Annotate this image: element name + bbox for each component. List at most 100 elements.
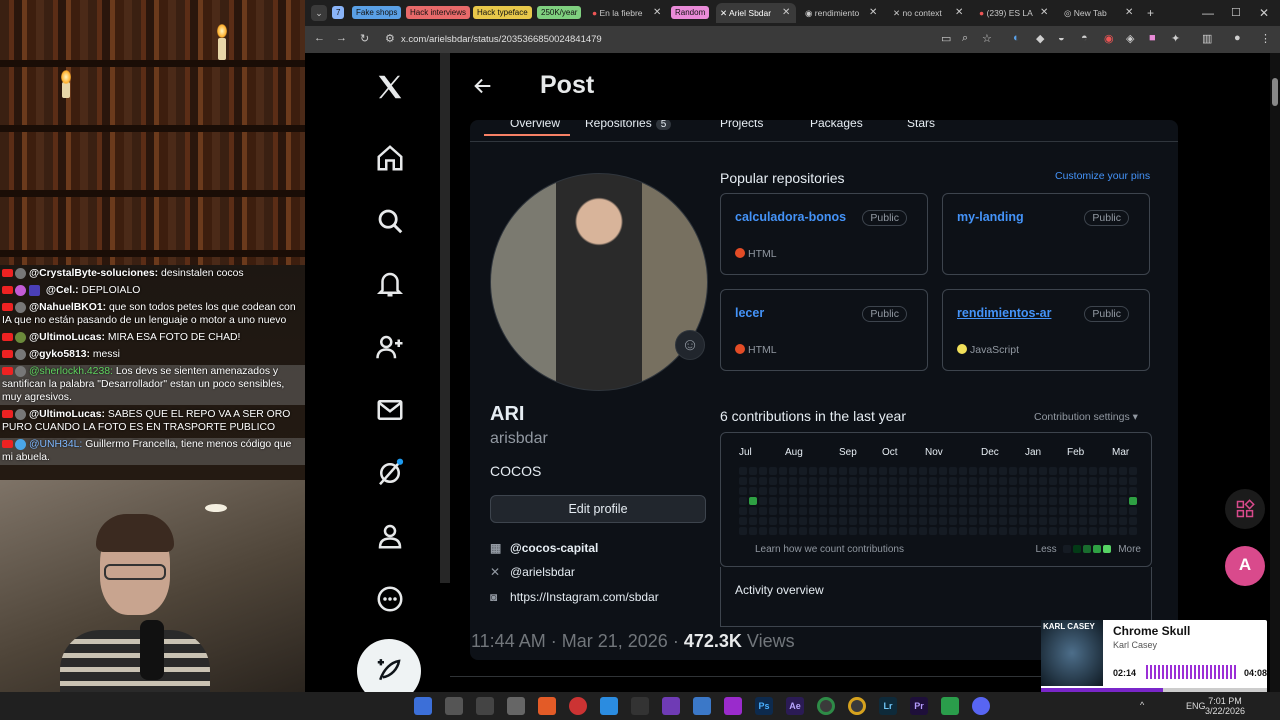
close-tab-icon[interactable]: ✕ <box>782 5 790 21</box>
app-icon[interactable] <box>941 697 959 715</box>
tab-group-250k[interactable]: 250K/year <box>537 6 582 19</box>
app-icon[interactable] <box>507 697 525 715</box>
translate-button[interactable]: A <box>1225 546 1265 586</box>
terminal-icon[interactable] <box>476 697 494 715</box>
search-icon[interactable] <box>373 204 407 238</box>
reload-icon[interactable]: ↻ <box>360 32 369 45</box>
site-info-icon[interactable]: ⚙ <box>385 32 395 45</box>
app-icon[interactable] <box>724 697 742 715</box>
visibility-badge: Public <box>862 210 907 226</box>
minimize-icon[interactable]: — <box>1202 5 1214 21</box>
contribution-cell <box>1079 487 1087 495</box>
close-tab-icon[interactable]: ✕ <box>955 5 963 21</box>
close-tab-icon[interactable]: ✕ <box>653 5 661 21</box>
visual-studio-icon[interactable] <box>662 697 680 715</box>
contribution-cell <box>849 487 857 495</box>
extension-icon[interactable]: ◈ <box>1126 32 1134 45</box>
after-effects-icon[interactable]: Ae <box>786 697 804 715</box>
extension-icon[interactable]: ◓ <box>1081 32 1088 44</box>
menu-dots-icon[interactable]: ⋮ <box>1260 32 1271 45</box>
extension-icon[interactable]: ◆ <box>1036 32 1044 45</box>
contribution-cell <box>879 477 887 485</box>
extension-icon[interactable]: ◐ <box>1013 32 1020 44</box>
maximize-icon[interactable]: ☐ <box>1231 5 1241 21</box>
extensions-puzzle-icon[interactable]: ✦ <box>1171 32 1180 45</box>
close-tab-icon[interactable]: ✕ <box>869 5 877 21</box>
tab-search-chevron-icon[interactable]: ⌄ <box>311 5 327 21</box>
tab-group-hack-typeface[interactable]: Hack typeface <box>473 6 532 19</box>
contribution-cell <box>899 467 907 475</box>
back-arrow-icon[interactable] <box>472 75 494 97</box>
extension-icon[interactable]: ◉ <box>1104 32 1114 45</box>
tab-group-badge[interactable]: 7 <box>332 6 345 19</box>
nav-scrollbar[interactable] <box>440 53 450 583</box>
photoshop-icon[interactable]: Ps <box>755 697 773 715</box>
brave-icon[interactable] <box>538 697 556 715</box>
follow-add-user-icon[interactable] <box>373 330 407 364</box>
shirt <box>60 630 210 692</box>
notifications-bell-icon[interactable] <box>373 267 407 301</box>
clock[interactable]: 7:01 PM 3/22/2026 <box>1205 696 1245 716</box>
profile-avatar-icon[interactable]: ● <box>1234 32 1241 44</box>
close-window-icon[interactable]: ✕ <box>1259 5 1269 21</box>
tab-group-hack-interviews[interactable]: Hack interviews <box>406 6 471 19</box>
contribution-cell <box>969 487 977 495</box>
tab-new-tab[interactable]: ◎ New Tab <box>1060 3 1124 23</box>
extension-icon[interactable]: ◒ <box>1058 32 1065 44</box>
tab-group-fake-shops[interactable]: Fake shops <box>352 6 402 19</box>
vscode-icon[interactable] <box>600 697 618 715</box>
language-dot <box>957 344 967 354</box>
tab-no-context[interactable]: ✕ no context <box>889 3 953 23</box>
messages-envelope-icon[interactable] <box>373 393 407 427</box>
app-icon[interactable] <box>414 697 432 715</box>
screen: { "browser": { "tabs": [ {"label": "Fake… <box>0 0 1280 720</box>
back-arrow-icon[interactable]: ← <box>314 32 325 44</box>
app-icon[interactable] <box>693 697 711 715</box>
extension-icon[interactable]: ■ <box>1149 32 1156 44</box>
contribution-cell <box>939 527 947 535</box>
contribution-cell <box>1009 507 1017 515</box>
close-tab-icon[interactable]: ✕ <box>1125 5 1133 21</box>
app-icon[interactable] <box>569 697 587 715</box>
x-logo-icon[interactable] <box>373 70 407 104</box>
grok-icon[interactable] <box>373 456 407 490</box>
contribution-cell <box>1009 497 1017 505</box>
profile-person-icon[interactable] <box>373 519 407 553</box>
tab-group-random[interactable]: Random <box>671 6 710 19</box>
post-time[interactable]: 11:44 AM <box>471 631 546 651</box>
post-date[interactable]: Mar 21, 2026 <box>562 631 668 651</box>
contribution-cell <box>849 477 857 485</box>
chrome-icon[interactable] <box>817 697 835 715</box>
address-bar[interactable]: x.com/arielsbdar/status/2035366850024841… <box>401 30 1051 49</box>
tab-youtube[interactable]: ● (239) ES LA <box>975 3 1037 23</box>
language-indicator[interactable]: ENG <box>1186 701 1206 711</box>
tab-label: (239) ES LA <box>986 8 1033 18</box>
cast-icon[interactable]: ▭ <box>941 32 951 45</box>
contribution-cell <box>999 497 1007 505</box>
chrome-canary-icon[interactable] <box>848 697 866 715</box>
shelf <box>0 250 305 257</box>
contribution-cell <box>839 487 847 495</box>
bookmark-star-icon[interactable]: ☆ <box>982 32 992 45</box>
page-scrollbar[interactable] <box>1270 53 1280 692</box>
side-panel-icon[interactable]: ▥ <box>1202 32 1212 45</box>
tab-rendimiento[interactable]: ◉ rendimiento <box>801 3 867 23</box>
more-options-icon[interactable] <box>373 582 407 616</box>
contribution-cell <box>859 487 867 495</box>
home-icon[interactable] <box>373 141 407 175</box>
contribution-cell <box>909 507 917 515</box>
zoom-icon[interactable]: ⌕ <box>962 32 968 45</box>
forward-arrow-icon[interactable]: → <box>336 32 347 44</box>
app-icon[interactable] <box>445 697 463 715</box>
grok-drawer-button[interactable] <box>1225 489 1265 529</box>
tray-chevron-icon[interactable]: ^ <box>1140 700 1144 710</box>
new-tab-plus-icon[interactable]: + <box>1147 5 1154 21</box>
instagram-text: https://Instagram.com/sbdar <box>510 590 659 604</box>
scrollbar-thumb[interactable] <box>1272 78 1278 106</box>
discord-icon[interactable] <box>972 697 990 715</box>
contribution-cell <box>949 517 957 525</box>
app-icon[interactable] <box>631 697 649 715</box>
close-tab-icon[interactable]: ✕ <box>1040 5 1048 21</box>
lightroom-icon[interactable]: Lr <box>879 697 897 715</box>
premiere-icon[interactable]: Pr <box>910 697 928 715</box>
